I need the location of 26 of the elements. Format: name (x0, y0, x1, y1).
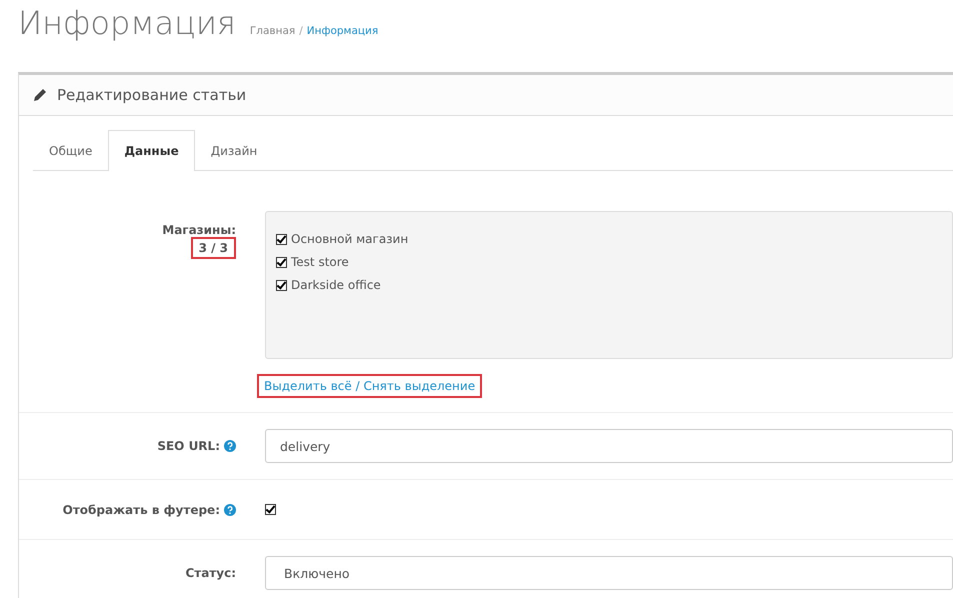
status-select[interactable]: Включено (265, 556, 953, 590)
pencil-icon (33, 88, 47, 102)
field-label: SEO URL: (157, 439, 220, 453)
store-label: Основной магазин (291, 232, 408, 246)
checkbox[interactable] (276, 234, 287, 244)
help-icon[interactable] (224, 504, 236, 516)
tab[interactable]: Данные (108, 130, 195, 171)
breadcrumb-link[interactable]: Главная (250, 25, 296, 37)
breadcrumb-link[interactable]: Информация (306, 25, 378, 37)
store-label: Test store (291, 255, 349, 269)
help-icon[interactable] (224, 440, 236, 452)
field-label: Статус: (185, 566, 236, 580)
tab[interactable]: Дизайн (194, 130, 274, 171)
panel-title: Редактирование статьи (57, 86, 246, 104)
select-all-link[interactable]: Выделить всё / Снять выделение (257, 374, 482, 398)
checkbox[interactable] (265, 504, 276, 515)
tab[interactable]: Общие (33, 130, 108, 171)
store-count: 3 / 3 (190, 237, 236, 259)
checkbox[interactable] (276, 280, 287, 290)
field-label: Отображать в футере: (62, 502, 220, 516)
store-label: Darkside office (291, 278, 381, 292)
checkbox[interactable] (276, 256, 287, 268)
seo-url-field[interactable]: delivery (265, 429, 953, 463)
field-label: Магазины: (162, 223, 236, 237)
breadcrumb-separator: / (299, 25, 303, 37)
page-title: Информация (18, 4, 236, 42)
